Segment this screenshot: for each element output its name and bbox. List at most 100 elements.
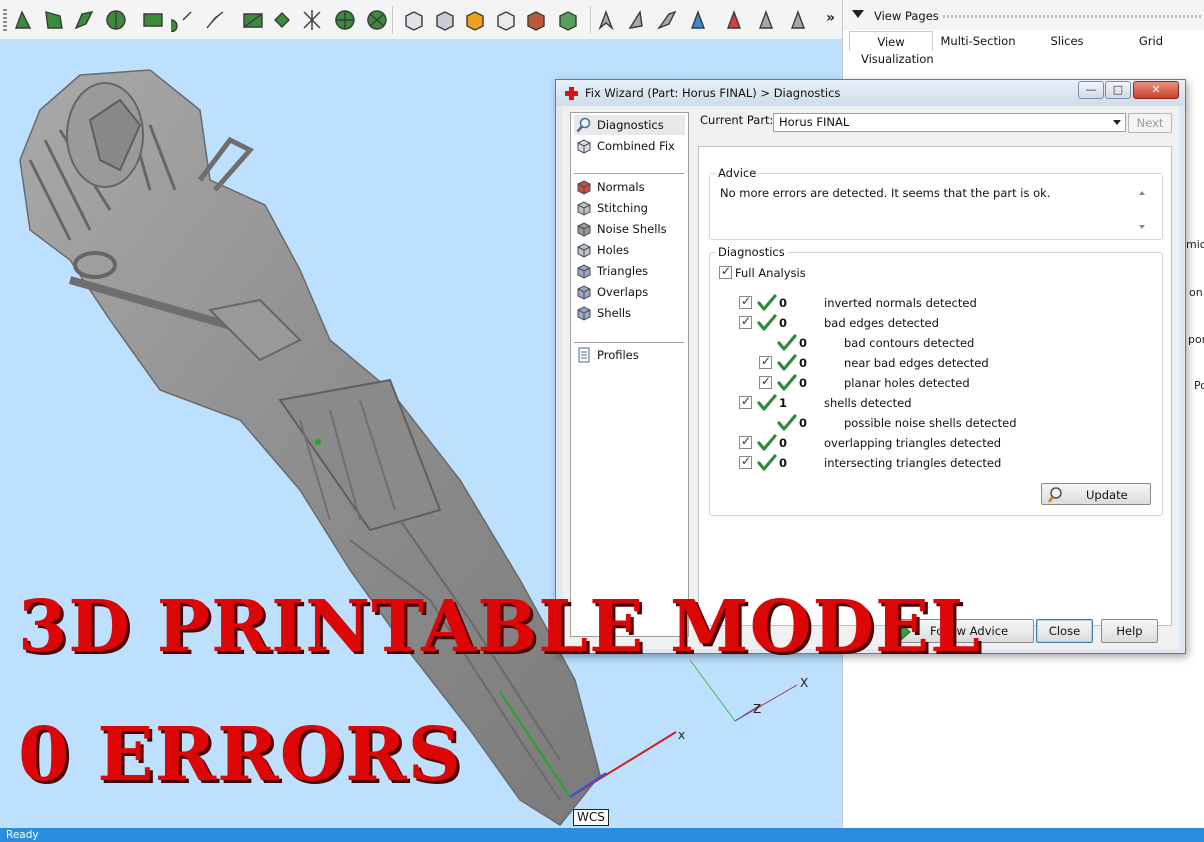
select-shell-button[interactable] bbox=[104, 8, 128, 32]
select-edge-button[interactable] bbox=[203, 8, 227, 32]
maximize-button[interactable]: □ bbox=[1105, 81, 1131, 99]
view-cube-color-icon bbox=[466, 11, 484, 31]
secondary-z-axis-label: Z bbox=[753, 702, 762, 716]
select-surface-button[interactable] bbox=[270, 8, 294, 32]
visualization-label: Visualization bbox=[861, 52, 934, 66]
help-button[interactable]: Help bbox=[1101, 619, 1158, 643]
green-check-icon bbox=[777, 414, 797, 431]
select-brush-button[interactable] bbox=[72, 8, 96, 32]
view-cube-green-button[interactable] bbox=[556, 8, 580, 32]
view-cube-grey-icon bbox=[436, 11, 454, 31]
collapse-caret-icon[interactable] bbox=[852, 10, 864, 18]
panel-drag-handle[interactable] bbox=[943, 15, 1201, 18]
advice-scrollbar[interactable] bbox=[1136, 187, 1150, 233]
diagnostic-count: 0 bbox=[799, 416, 808, 430]
cube-holes-icon bbox=[576, 242, 592, 258]
toolbar-grip[interactable] bbox=[3, 9, 7, 31]
nav-item-profiles[interactable]: Profiles bbox=[574, 345, 685, 365]
select-plane-icon bbox=[243, 13, 263, 28]
select-area-button[interactable] bbox=[42, 8, 66, 32]
diagnostic-checkbox[interactable] bbox=[739, 394, 752, 409]
nav-item-shells[interactable]: Shells bbox=[574, 303, 685, 323]
nav-item-triangles[interactable]: Triangles bbox=[574, 261, 685, 281]
diagnostic-label: bad contours detected bbox=[844, 336, 975, 350]
diagnostic-checkbox[interactable] bbox=[759, 374, 772, 389]
overlay-headline: 3D PRINTABLE MODEL bbox=[18, 584, 982, 668]
diagnostic-count: 0 bbox=[799, 336, 808, 350]
diagnostic-checkbox[interactable] bbox=[739, 294, 752, 309]
full-analysis-label: Full Analysis bbox=[735, 266, 806, 280]
tab-slices[interactable]: Slices bbox=[1027, 31, 1107, 51]
nav-item-diagnostics[interactable]: Diagnostics bbox=[574, 115, 685, 135]
unmark-surface-button[interactable] bbox=[754, 8, 778, 32]
dialog-title: Fix Wizard (Part: Horus FINAL) > Diagnos… bbox=[585, 86, 841, 100]
full-analysis-checkbox[interactable] bbox=[719, 264, 732, 279]
nav-item-label: Triangles bbox=[597, 264, 649, 278]
close-button[interactable]: Close bbox=[1036, 619, 1093, 643]
current-part-select[interactable]: Horus FINAL bbox=[773, 113, 1126, 132]
unmark-brush-button[interactable] bbox=[655, 8, 679, 32]
diagnostic-label: intersecting triangles detected bbox=[824, 456, 1002, 470]
unmark-arrow-icon bbox=[598, 10, 614, 31]
tab-multi-section[interactable]: Multi-Section bbox=[935, 31, 1021, 51]
diagnostic-label: overlapping triangles detected bbox=[824, 436, 1002, 450]
diagnostic-checkbox[interactable] bbox=[739, 454, 752, 469]
select-wheel-filled-button[interactable] bbox=[365, 8, 389, 32]
diagnostic-row: 0 near bad edges detected bbox=[699, 353, 1169, 373]
diagnostic-row: 0 inverted normals detected bbox=[699, 293, 1169, 313]
nav-item-noise-shells[interactable]: Noise Shells bbox=[574, 219, 685, 239]
dialog-titlebar[interactable]: Fix Wizard (Part: Horus FINAL) > Diagnos… bbox=[556, 80, 1185, 106]
unmark-settings-button[interactable] bbox=[786, 8, 810, 32]
unmark-area-button[interactable] bbox=[624, 8, 648, 32]
diagnostic-checkbox[interactable] bbox=[739, 434, 752, 449]
green-check-icon bbox=[757, 394, 777, 411]
select-wheel-button[interactable] bbox=[333, 8, 357, 32]
maximize-icon: □ bbox=[1112, 83, 1124, 96]
view-cube-outline-button[interactable] bbox=[494, 8, 518, 32]
toolbar-overflow-button[interactable]: » bbox=[826, 10, 835, 26]
window-close-button[interactable]: ✕ bbox=[1133, 81, 1179, 99]
minimize-button[interactable]: — bbox=[1078, 81, 1104, 99]
nav-item-overlaps[interactable]: Overlaps bbox=[574, 282, 685, 302]
view-cube-grey-button[interactable] bbox=[433, 8, 457, 32]
dialog-body: Diagnostics Combined Fix Normals Stitching N… bbox=[562, 106, 1179, 649]
cube-noise-icon bbox=[576, 221, 592, 237]
diagnostic-checkbox[interactable] bbox=[739, 314, 752, 329]
toolbar-separator bbox=[590, 6, 591, 34]
green-check-icon bbox=[777, 374, 797, 391]
unmark-delete-button[interactable] bbox=[722, 8, 746, 32]
unmark-add-button[interactable] bbox=[686, 8, 710, 32]
view-cube-red-button[interactable] bbox=[524, 8, 548, 32]
select-rectangle-button[interactable] bbox=[141, 8, 165, 32]
unmark-delete-icon bbox=[726, 10, 742, 29]
select-wheel-filled-icon bbox=[367, 10, 387, 30]
select-connected-button[interactable] bbox=[164, 8, 195, 33]
nav-item-combined-fix[interactable]: Combined Fix bbox=[574, 136, 685, 156]
select-wheel-icon bbox=[335, 10, 355, 30]
select-arrow-button[interactable] bbox=[12, 8, 36, 32]
view-cube-white-button[interactable] bbox=[402, 8, 426, 32]
unmark-settings-icon bbox=[790, 10, 806, 29]
nav-item-label: Profiles bbox=[597, 348, 639, 362]
select-plane-button[interactable] bbox=[241, 8, 265, 32]
nav-divider bbox=[574, 173, 684, 174]
tab-view[interactable]: View bbox=[849, 31, 933, 51]
select-intersect-button[interactable] bbox=[300, 8, 324, 32]
scroll-down-icon[interactable] bbox=[1139, 225, 1145, 229]
unmark-add-icon bbox=[690, 10, 706, 29]
update-button[interactable]: Update bbox=[1041, 483, 1151, 505]
diagnostic-checkbox[interactable] bbox=[759, 354, 772, 369]
next-button[interactable]: Next bbox=[1128, 113, 1172, 133]
scroll-up-icon[interactable] bbox=[1139, 191, 1145, 195]
tab-grid[interactable]: Grid bbox=[1111, 31, 1191, 51]
unmark-arrow-button[interactable] bbox=[594, 8, 618, 32]
nav-item-stitching[interactable]: Stitching bbox=[574, 198, 685, 218]
view-pages-header[interactable]: View Pages bbox=[843, 0, 1204, 30]
cut-off-label: por bbox=[1188, 333, 1204, 346]
diagnostic-label: bad edges detected bbox=[824, 316, 939, 330]
nav-item-holes[interactable]: Holes bbox=[574, 240, 685, 260]
minimize-icon: — bbox=[1085, 83, 1097, 96]
cube-overlaps-icon bbox=[576, 284, 592, 300]
nav-item-normals[interactable]: Normals bbox=[574, 177, 685, 197]
view-cube-color-button[interactable] bbox=[463, 8, 487, 32]
